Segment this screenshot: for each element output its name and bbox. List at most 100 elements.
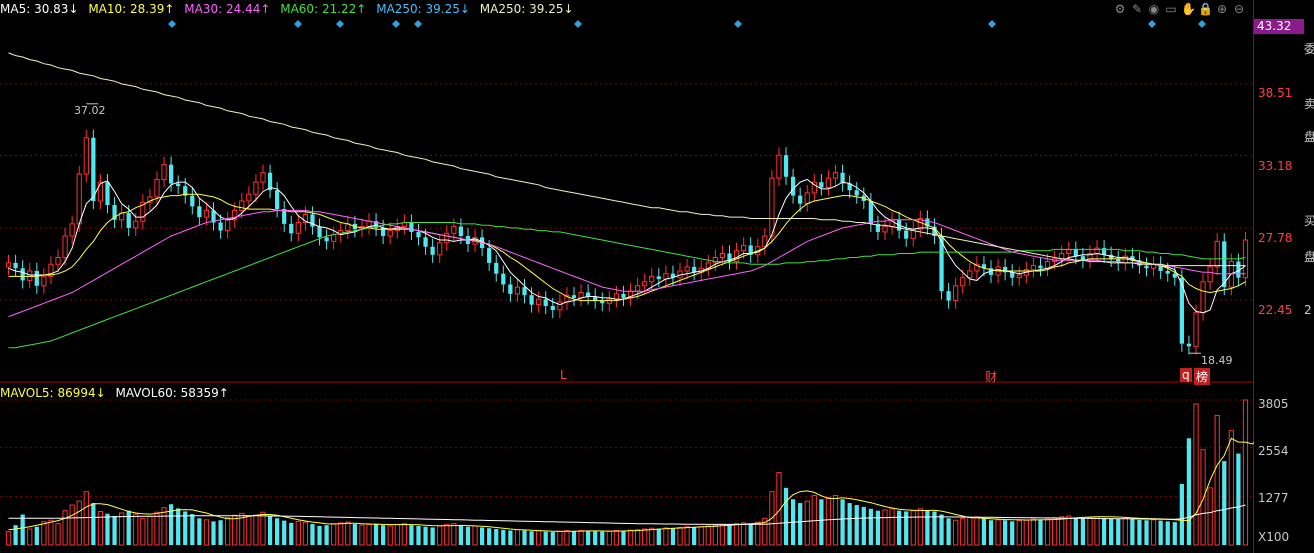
volume-bar: [1200, 449, 1206, 546]
volume-bar: [409, 525, 414, 545]
ma10-legend: MA10: 28.39↑: [88, 2, 174, 16]
volume-bar: [126, 510, 131, 545]
volume-bar: [564, 530, 570, 546]
event-marker-list[interactable]: 榜: [1194, 368, 1211, 385]
ma60-arrow: ↑: [356, 2, 367, 16]
volume-bar: [1052, 517, 1058, 546]
volume-bar: [783, 487, 789, 545]
volume-bar: [267, 516, 273, 545]
eye-icon[interactable]: ◉: [1147, 2, 1161, 16]
volume-bar: [225, 517, 231, 546]
volume-bar: [508, 530, 513, 545]
candle-body: [1073, 249, 1078, 257]
candle-body: [557, 301, 563, 311]
volume-bar: [282, 520, 287, 545]
volume-bar: [62, 510, 68, 546]
volume-bar: [705, 525, 711, 546]
volume-bar: [1214, 414, 1220, 546]
candle-body: [218, 222, 223, 231]
volume-bar: [1222, 461, 1227, 545]
settings-icon[interactable]: ⚙: [1113, 2, 1127, 16]
volume-bar: [1087, 517, 1093, 546]
volume-bar: [161, 507, 167, 546]
save-icon[interactable]: ▭: [1164, 2, 1178, 16]
candle-body: [529, 295, 534, 305]
ma5-label: MA5:: [0, 2, 31, 16]
volume-bar: [260, 511, 266, 546]
candle-body: [197, 206, 202, 218]
candle-body: [97, 181, 104, 202]
event-marker-l[interactable]: L: [560, 368, 567, 382]
candle-body: [606, 298, 612, 304]
candle-body: [684, 266, 690, 272]
candle-body: [642, 281, 648, 287]
candle-body: [508, 284, 513, 294]
candle-body: [458, 226, 464, 236]
side-char: 盘: [1304, 130, 1314, 144]
volume-bar: [83, 491, 89, 546]
volume-bar: [91, 503, 96, 545]
kline-chart[interactable]: [0, 0, 1254, 553]
volume-bar: [882, 509, 888, 546]
volume-bar: [345, 521, 351, 546]
volume-bar: [13, 525, 18, 545]
zoom-in-icon[interactable]: ⊕: [1215, 2, 1229, 16]
volume-bar: [634, 529, 641, 546]
volume-bar: [331, 523, 337, 546]
volume-bar: [1044, 517, 1051, 546]
volume-bar: [176, 508, 181, 545]
volume-bar: [755, 521, 761, 546]
price-axis: 38.51 33.18 27.78 22.45 3805 2554 1277 X…: [1254, 0, 1304, 553]
candle-body: [83, 137, 89, 175]
volume-bar: [960, 517, 966, 546]
volume-bar: [642, 528, 648, 546]
volume-bar: [804, 500, 810, 546]
volume-tick: 3805: [1258, 397, 1289, 411]
volume-bar: [1179, 484, 1184, 545]
candle-body: [741, 244, 747, 252]
volume-bar: [472, 525, 478, 546]
volume-bar: [1165, 521, 1170, 545]
volume-bar: [1010, 521, 1015, 545]
candle-body: [253, 181, 259, 195]
volume-bar: [494, 528, 499, 545]
side-char: 盘: [1304, 250, 1314, 264]
candle-body: [854, 190, 859, 196]
volume-bar: [1144, 520, 1149, 545]
candle-body: [1214, 240, 1220, 268]
volume-bar: [359, 524, 365, 546]
info-diamond: [294, 20, 302, 28]
volume-bar: [684, 526, 690, 546]
candle-body: [1165, 270, 1170, 274]
volume-bar: [479, 527, 485, 545]
ma5-arrow: ↓: [68, 2, 79, 16]
ma250a-legend: MA250: 39.25↓: [376, 2, 470, 16]
candle-body: [953, 285, 959, 302]
candle-body: [1094, 247, 1100, 254]
mavol60-arrow: ↑: [218, 386, 229, 400]
volume-bar: [613, 530, 620, 546]
volume-bar: [967, 517, 973, 546]
volume-tick: 1277: [1258, 491, 1289, 505]
candle-body: [776, 154, 782, 179]
draw-icon[interactable]: ✎: [1130, 2, 1144, 16]
lock-icon[interactable]: 🔒: [1198, 2, 1213, 16]
info-diamond: [392, 20, 400, 28]
hand-icon[interactable]: ✋: [1181, 2, 1196, 16]
zoom-out-icon[interactable]: ⊖: [1232, 2, 1246, 16]
volume-unit: X100: [1258, 530, 1290, 544]
volume-bar: [861, 506, 866, 545]
candle-body: [275, 190, 280, 210]
volume-bar: [606, 530, 612, 546]
mavol60-legend: MAVOL60: 58359↑: [116, 386, 229, 400]
event-marker-finance[interactable]: 财: [985, 368, 997, 385]
volume-bar: [727, 525, 732, 545]
event-marker-q[interactable]: q: [1180, 368, 1192, 382]
candle-body: [522, 287, 527, 296]
info-diamond: [988, 20, 996, 28]
candle-body: [13, 262, 18, 269]
candle-body: [1222, 241, 1227, 288]
volume-bar: [1080, 518, 1086, 545]
volume-bar: [995, 519, 1001, 546]
volume-legend: MAVOL5: 86994↓ MAVOL60: 58359↑: [0, 386, 235, 400]
